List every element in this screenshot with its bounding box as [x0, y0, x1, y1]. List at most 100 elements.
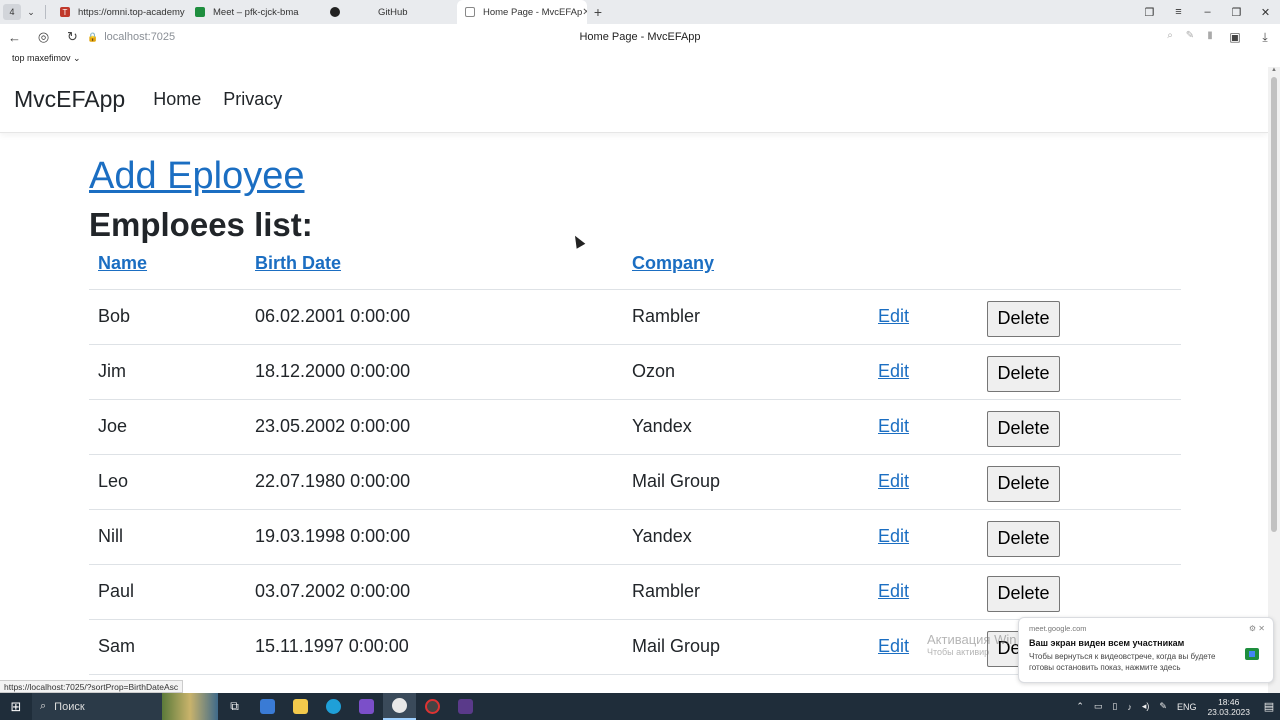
chevron-up-icon[interactable]: ⌃ [1076, 701, 1084, 712]
tab-label: https://omni.top-academy [78, 6, 185, 18]
add-employee-link[interactable]: Add Eployee [89, 153, 305, 199]
employee-birth-date: 22.07.1980 0:00:00 [246, 454, 623, 510]
yandex-browser-icon[interactable] [383, 693, 416, 720]
edit-link[interactable]: Edit [878, 636, 909, 656]
new-tab-button[interactable]: + [587, 4, 609, 20]
toast-controls: ⚙ ✕ [1249, 624, 1265, 633]
store-icon[interactable] [251, 693, 284, 720]
bookmark-icon[interactable]: ▮ [1200, 30, 1220, 45]
edit-link[interactable]: Edit [878, 471, 909, 491]
url-field[interactable]: 🔒 localhost:7025 [87, 31, 175, 43]
tab-github[interactable]: GitHub [322, 0, 457, 24]
delete-button[interactable]: Delete [987, 410, 1060, 447]
brand-link[interactable]: MvcEFApp [14, 86, 125, 113]
collections-icon[interactable]: ❐ [1135, 6, 1164, 19]
reader-icon[interactable]: ✎ [1180, 30, 1200, 45]
activation-title: Активация Win [927, 632, 1017, 647]
sort-company-link[interactable]: Company [632, 253, 714, 273]
edit-link[interactable]: Edit [878, 306, 909, 326]
task-view-icon[interactable]: ⧉ [218, 693, 251, 720]
collections-icon[interactable]: ▣ [1220, 30, 1250, 45]
sort-name-link[interactable]: Name [98, 253, 147, 273]
bookmark-folder[interactable]: top maxefimov ⌄ [12, 53, 81, 64]
clock-time: 18:46 [1218, 696, 1240, 707]
tab-label: Meet – pfk-cjck-bma [213, 6, 299, 18]
employee-birth-date: 15.11.1997 0:00:00 [246, 619, 623, 675]
language-indicator[interactable]: ENG [1177, 702, 1197, 712]
notifications-icon[interactable]: ▤ [1258, 700, 1280, 713]
edit-cell: Edit [869, 344, 978, 400]
google-meet-icon [195, 7, 205, 17]
tab-top-academy[interactable]: T https://omni.top-academy [52, 0, 187, 24]
nav-privacy[interactable]: Privacy [223, 89, 282, 110]
page-viewport: MvcEFApp Home Privacy Add Eployee Emploe… [0, 67, 1268, 693]
terminal-icon[interactable] [449, 693, 482, 720]
chevron-down-icon[interactable]: ⌄ [23, 7, 39, 18]
status-url: https://localhost:7025/?sortProp=BirthDa… [0, 680, 184, 693]
network-icon[interactable]: ▭ [1094, 701, 1103, 712]
volume-icon[interactable]: ◂) [1142, 701, 1150, 712]
tab-label: GitHub [378, 6, 408, 18]
delete-cell: Delete [978, 289, 1181, 345]
divider [45, 5, 46, 19]
scroll-up-icon[interactable]: ▲ [1268, 67, 1280, 73]
reload-icon[interactable]: ↻ [58, 29, 87, 45]
employee-company: Rambler [623, 289, 869, 345]
close-window-icon[interactable]: ✕ [1251, 6, 1280, 19]
edge-icon[interactable] [317, 693, 350, 720]
menu-icon[interactable]: ≡ [1164, 6, 1193, 18]
shield-icon[interactable]: ◎ [29, 29, 58, 45]
taskbar-search-label: Поиск [54, 700, 85, 713]
employee-company: Mail Group [623, 619, 869, 675]
delete-cell: Delete [978, 564, 1181, 620]
sort-birth-date-link[interactable]: Birth Date [255, 253, 341, 273]
download-icon[interactable]: ⤓ [1250, 30, 1280, 45]
employee-birth-date: 03.07.2002 0:00:00 [246, 564, 623, 620]
window-controls: ❐ ≡ – ❐ ✕ [1135, 6, 1280, 19]
pen-icon[interactable]: ✎ [1159, 701, 1167, 712]
tab-home-page[interactable]: Home Page - MvcEFAp ✕ [457, 0, 587, 24]
file-explorer-icon[interactable] [284, 693, 317, 720]
search-highlight-image[interactable] [162, 693, 218, 720]
delete-button[interactable]: Delete [987, 465, 1060, 502]
page-title: Home Page - MvcEFApp [579, 31, 701, 43]
edit-link[interactable]: Edit [878, 416, 909, 436]
google-meet-icon [1245, 648, 1259, 660]
edit-link[interactable]: Edit [878, 526, 909, 546]
edit-link[interactable]: Edit [878, 581, 909, 601]
back-icon[interactable]: ← [0, 30, 29, 45]
battery-icon[interactable]: ▯ [1112, 701, 1117, 712]
clock[interactable]: 18:46 23.03.2023 [1207, 697, 1250, 717]
delete-button[interactable]: Delete [987, 355, 1060, 392]
app-icon[interactable] [416, 693, 449, 720]
taskbar-search[interactable]: ⌕ Поиск [32, 693, 162, 720]
tab-meet[interactable]: Meet – pfk-cjck-bma [187, 0, 322, 24]
site-navbar: MvcEFApp Home Privacy [0, 67, 1268, 133]
page-scrollbar[interactable]: ▲ [1268, 67, 1280, 693]
delete-button[interactable]: Delete [987, 300, 1060, 337]
microphone-icon[interactable]: ♪ [1127, 702, 1132, 712]
top-academy-icon: T [60, 7, 70, 17]
column-header-delete [978, 239, 1181, 290]
table-row: Joe 23.05.2002 0:00:00 Yandex Edit Delete [89, 399, 1181, 455]
settings-icon[interactable]: ⚙ [1249, 624, 1256, 633]
edit-link[interactable]: Edit [878, 361, 909, 381]
zoom-icon[interactable]: ⌕ [1160, 30, 1180, 45]
windows-taskbar: ⊞ ⌕ Поиск ⧉ ⌃ ▭ ▯ ♪ ◂) ✎ ENG 18:46 23.03… [0, 693, 1280, 720]
screen-share-toast[interactable]: meet.google.com ⚙ ✕ Ваш экран виден всем… [1018, 617, 1274, 683]
scrollbar-thumb[interactable] [1271, 77, 1277, 532]
edit-cell: Edit [869, 399, 978, 455]
delete-button[interactable]: Delete [987, 520, 1060, 557]
delete-button[interactable]: Delete [987, 575, 1060, 612]
maximize-icon[interactable]: ❐ [1222, 6, 1251, 19]
system-tray: ⌃ ▭ ▯ ♪ ◂) ✎ ENG 18:46 23.03.2023 ▤ [1071, 697, 1280, 717]
minimize-icon[interactable]: – [1193, 6, 1222, 18]
visual-studio-icon[interactable] [350, 693, 383, 720]
employee-birth-date: 23.05.2002 0:00:00 [246, 399, 623, 455]
windows-start-icon[interactable]: ⊞ [0, 699, 32, 715]
table-row: Leo 22.07.1980 0:00:00 Mail Group Edit Delet… [89, 454, 1181, 510]
nav-home[interactable]: Home [153, 89, 201, 110]
close-icon[interactable]: ✕ [1258, 624, 1265, 633]
edit-cell: Edit [869, 509, 978, 565]
tab-count-badge[interactable]: 4 [3, 4, 21, 20]
